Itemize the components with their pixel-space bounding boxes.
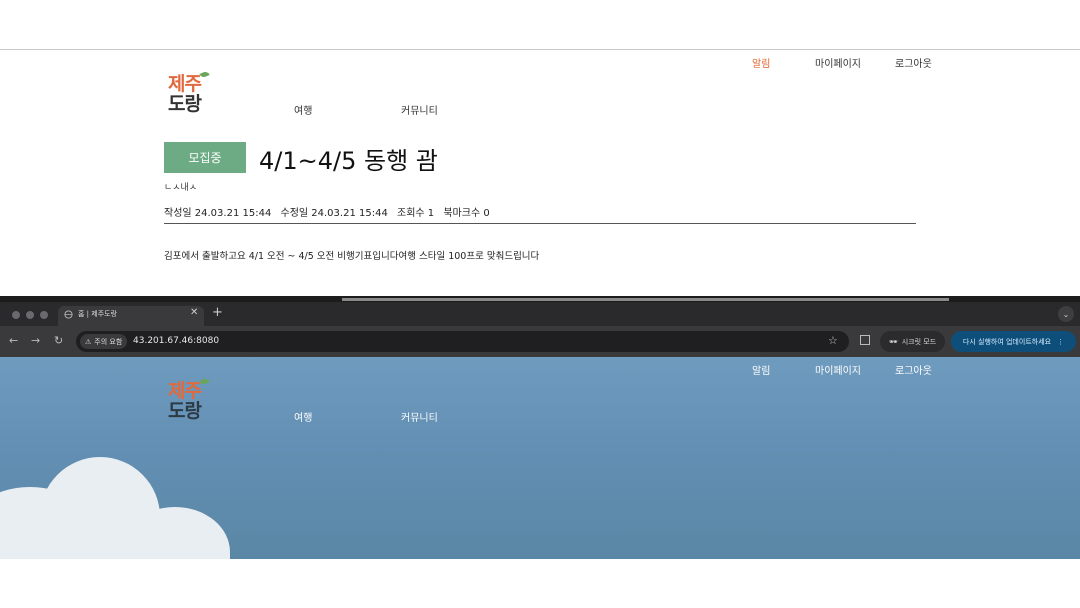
nav-logout-link[interactable]: 로그아웃 (895, 55, 932, 70)
update-label: 다시 실행하여 업데이트하세요 (962, 337, 1052, 346)
site-logo[interactable]: 제주 도랑 (168, 377, 210, 422)
post-meta: 작성일 24.03.21 15:44 수정일 24.03.21 15:44 조회… (164, 204, 496, 219)
maximize-window-button[interactable] (40, 311, 48, 319)
post-body: 김포에서 출발하고요 4/1 오전 ~ 4/5 오전 비행기표입니다여행 스타일… (164, 251, 540, 262)
back-arrow-icon[interactable]: ← (9, 334, 18, 347)
forward-arrow-icon[interactable]: → (31, 334, 40, 347)
warning-icon: ⚠ (85, 337, 92, 346)
incognito-indicator[interactable]: 🕶 시크릿 모드 (880, 331, 945, 352)
cloud-shape (0, 527, 230, 559)
nav-mypage-link[interactable]: 마이페이지 (815, 55, 861, 70)
logo-line2: 도랑 (168, 400, 202, 422)
nav-community-link[interactable]: 커뮤니티 (401, 102, 438, 117)
hero-banner (0, 357, 1080, 559)
nav-travel-link[interactable]: 여행 (294, 102, 312, 117)
security-warning-chip[interactable]: ⚠ 주의 요함 (80, 334, 128, 349)
post-title: 4/1~4/5 동행 괌 (259, 147, 438, 175)
view-count: 조회수 1 (397, 208, 435, 219)
incognito-label: 시크릿 모드 (901, 337, 937, 346)
modified-date: 수정일 24.03.21 15:44 (280, 208, 388, 219)
logo-line1: 제주 (168, 380, 202, 402)
more-options-icon[interactable]: ⋮ (1057, 338, 1064, 346)
nav-travel-link[interactable]: 여행 (294, 409, 312, 424)
divider (0, 49, 1080, 50)
new-tab-button[interactable]: + (212, 305, 223, 320)
logo-line1: 제주 (168, 73, 202, 95)
horizontal-scrollbar[interactable] (342, 298, 949, 301)
url-text[interactable]: 43.201.67.46:8080 (133, 336, 219, 346)
tab-title: 홈 | 제주도랑 (78, 310, 118, 318)
incognito-icon: 🕶 (888, 337, 898, 346)
site-logo[interactable]: 제주 도랑 (168, 70, 210, 115)
minimize-window-button[interactable] (26, 311, 34, 319)
security-label: 주의 요함 (94, 337, 123, 346)
status-badge: 모집중 (164, 142, 246, 173)
reload-icon[interactable]: ↻ (54, 334, 63, 347)
logo-line2: 도랑 (168, 93, 202, 115)
nav-community-link[interactable]: 커뮤니티 (401, 409, 438, 424)
post-detail-page (0, 0, 1080, 300)
post-author[interactable]: ㄴㅅ내ㅅ (164, 180, 197, 193)
bookmark-star-icon[interactable]: ☆ (828, 334, 838, 347)
nav-notifications-link[interactable]: 알림 (752, 55, 770, 70)
divider (164, 223, 916, 224)
close-window-button[interactable] (12, 311, 20, 319)
created-date: 작성일 24.03.21 15:44 (164, 208, 272, 219)
update-button[interactable]: 다시 실행하여 업데이트하세요 ⋮ (951, 331, 1076, 352)
chevron-down-icon[interactable]: ⌄ (1058, 306, 1074, 322)
nav-logout-link[interactable]: 로그아웃 (895, 362, 932, 377)
nav-mypage-link[interactable]: 마이페이지 (815, 362, 861, 377)
side-panel-icon[interactable] (860, 335, 870, 345)
close-icon[interactable]: ✕ (190, 307, 198, 318)
nav-notifications-link[interactable]: 알림 (752, 362, 770, 377)
bookmark-count: 북마크수 0 (443, 208, 490, 219)
globe-icon (64, 310, 73, 319)
